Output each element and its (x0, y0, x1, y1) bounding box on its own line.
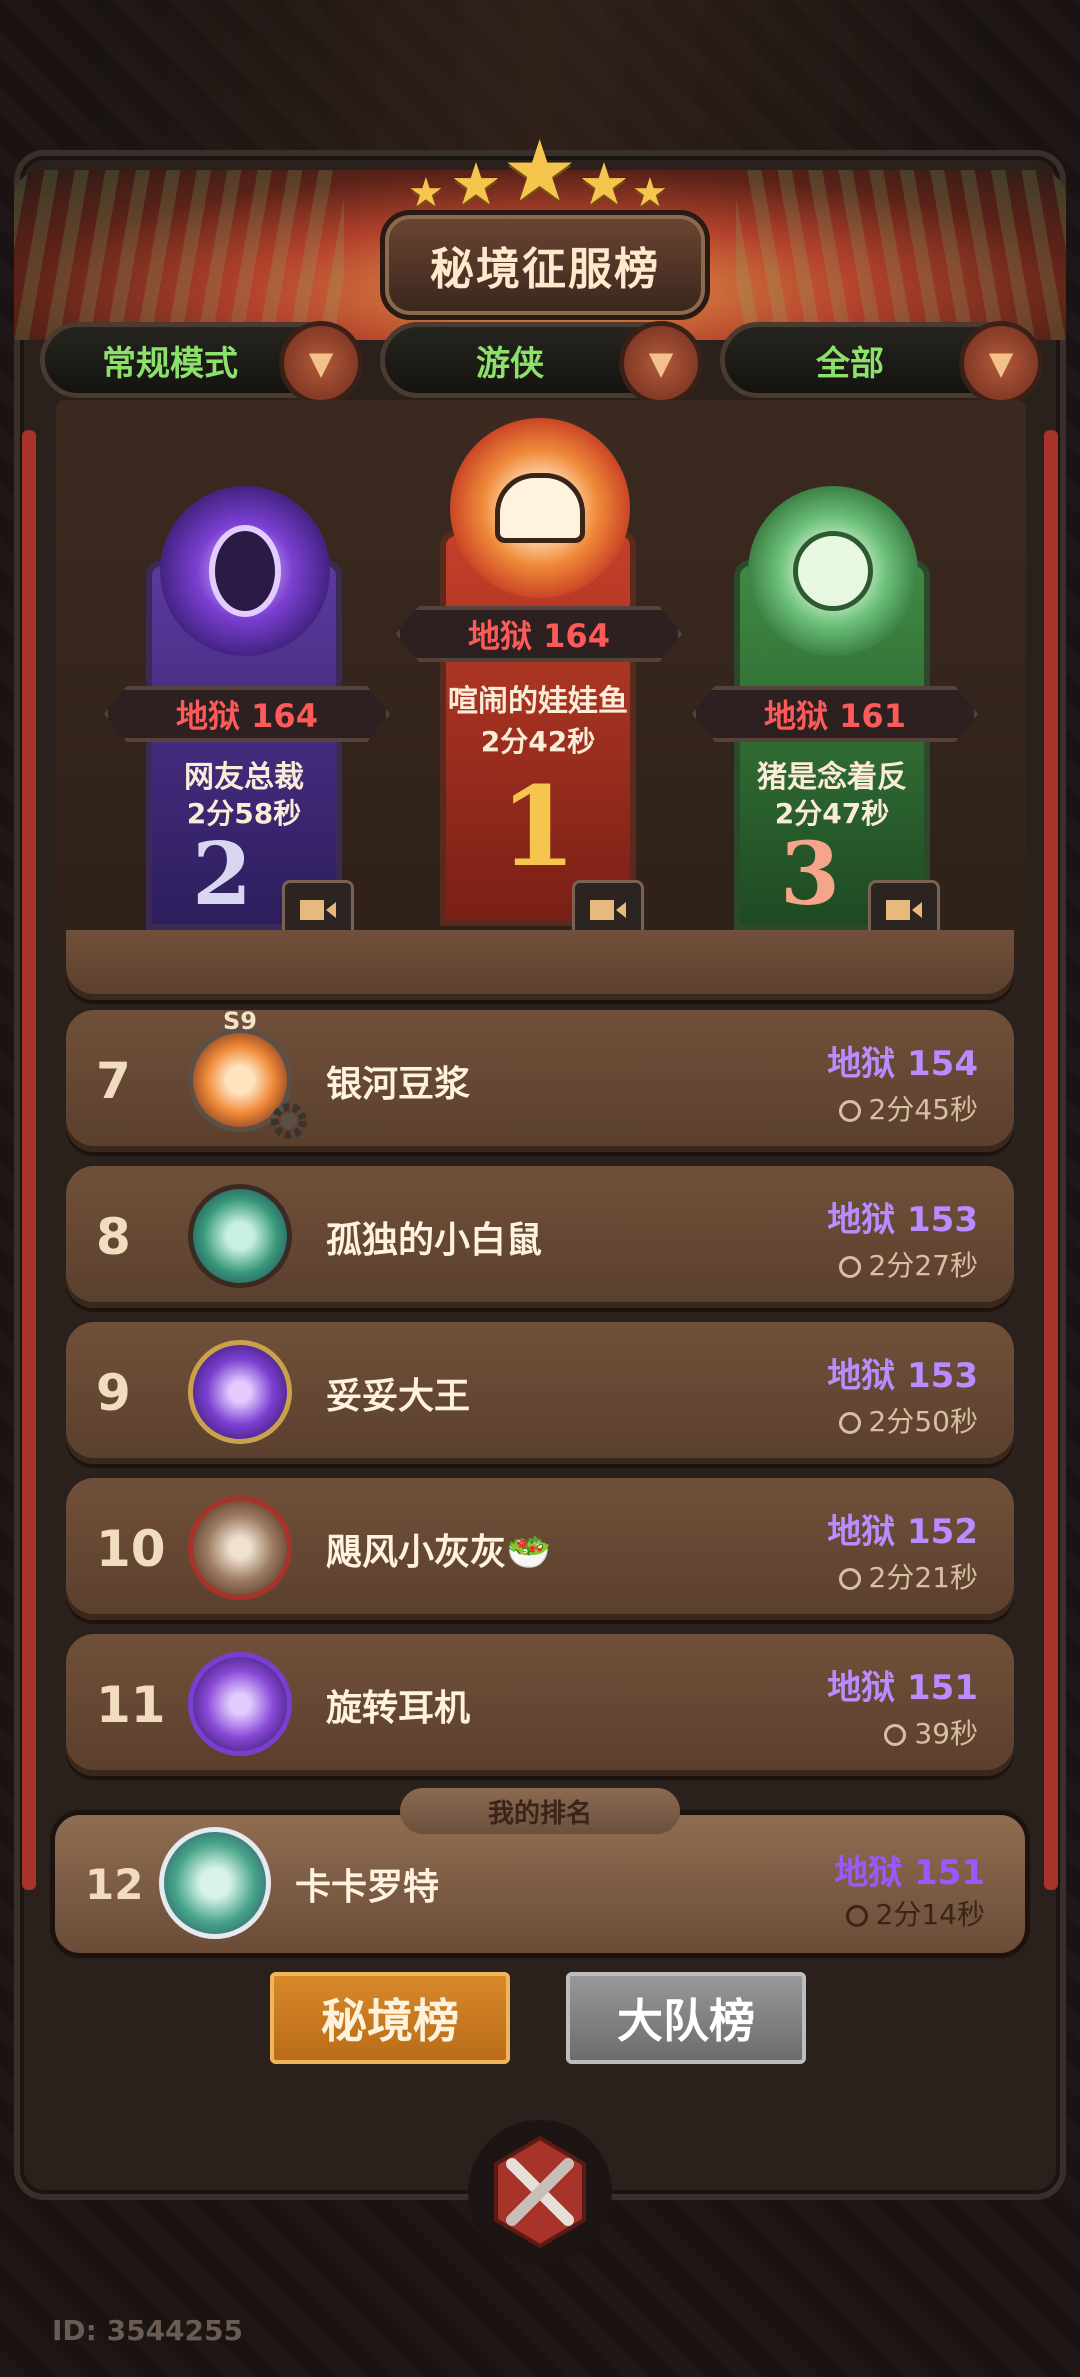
mode-filter-label: 常规模式 (102, 343, 238, 384)
rank-number: 10 (96, 1520, 166, 1578)
player-name: 网友总裁 (184, 760, 304, 795)
level-ribbon: 地狱 161 (692, 686, 978, 742)
chevron-down-icon[interactable]: ▼ (279, 321, 363, 405)
clock-icon (884, 1724, 907, 1746)
avatar (188, 1496, 292, 1600)
avatar (748, 486, 918, 656)
time-value: 2分45秒 (868, 1093, 978, 1126)
clock-icon (845, 1905, 868, 1927)
right-frame-bar (1044, 430, 1058, 1890)
player-name: 妥妥大王 (326, 1376, 471, 1417)
level-text: 地狱 154 (827, 1044, 978, 1084)
list-item[interactable]: 10 飓风小灰灰🥗 地狱 152 2分21秒 (66, 1478, 1014, 1620)
scope-filter-label: 全部 (816, 343, 884, 384)
tab-secret-realm[interactable]: 秘境榜 (270, 1972, 510, 2064)
level-text: 地狱 151 (834, 1853, 985, 1893)
chevron-down-icon[interactable]: ▼ (619, 321, 703, 405)
star-icon: ★ (450, 150, 502, 218)
time-value: 2分27秒 (868, 1249, 978, 1282)
level-ribbon: 地狱 164 (396, 606, 682, 662)
avatar (450, 418, 630, 598)
player-time: 2分42秒 (480, 725, 596, 758)
time-text: 2分21秒 (838, 1556, 978, 1596)
star-icon: ★ (578, 150, 630, 218)
close-icon (494, 2135, 586, 2249)
player-name: 孤独的小白鼠 (326, 1220, 543, 1261)
rank-number: 7 (96, 1052, 131, 1110)
video-icon (886, 900, 922, 920)
left-frame-bar (22, 430, 36, 1890)
time-value: 2分14秒 (875, 1898, 985, 1931)
class-filter-label: 游侠 (476, 343, 544, 384)
avatar (188, 1184, 292, 1288)
clock-icon (838, 1100, 861, 1122)
time-text: 2分50秒 (838, 1400, 978, 1440)
time-text: 39秒 (884, 1712, 978, 1752)
list-item[interactable]: 7 S9 银河豆浆 地狱 154 2分45秒 (66, 1007, 1014, 1152)
close-button[interactable] (468, 2120, 612, 2264)
tab-team[interactable]: 大队榜 (566, 1972, 806, 2064)
rank-number: 3 (780, 824, 840, 925)
scope-filter[interactable]: 全部 ▼ (720, 321, 1043, 405)
user-id: ID: 3544255 (52, 2314, 243, 2347)
avatar (188, 1340, 292, 1444)
avatar (159, 1827, 271, 1939)
gear-icon (271, 1103, 307, 1139)
list-item[interactable]: 11 旋转耳机 地狱 151 39秒 (66, 1634, 1014, 1776)
flower-icon (793, 531, 873, 611)
clock-icon (838, 1412, 861, 1434)
list-item[interactable]: 9 妥妥大王 地狱 153 2分50秒 (66, 1322, 1014, 1464)
rank-number: 12 (85, 1859, 144, 1909)
level-text: 地狱 152 (827, 1512, 978, 1552)
rating-stars: ★ ★ ★ ★ ★ (400, 122, 680, 220)
class-filter[interactable]: 游侠 ▼ (380, 321, 703, 405)
rank-number: 2 (192, 824, 252, 925)
player-name: 卡卡罗特 (295, 1867, 440, 1908)
level-text: 地狱 151 (827, 1668, 978, 1708)
podium-third[interactable]: 猪是念着反 2分47秒 3 (734, 486, 930, 930)
face-icon (495, 473, 585, 543)
time-text: 2分14秒 (845, 1893, 985, 1933)
player-name: 飓风小灰灰🥗 (326, 1532, 551, 1573)
podium-second[interactable]: 网友总裁 2分58秒 2 (146, 486, 342, 930)
eye-icon (209, 525, 281, 617)
clock-icon (838, 1256, 861, 1278)
mode-filter[interactable]: 常规模式 ▼ (40, 321, 363, 405)
player-name: 银河豆浆 (326, 1064, 471, 1105)
time-text: 2分45秒 (838, 1088, 978, 1128)
podium-first[interactable]: 喧闹的娃娃鱼 2分42秒 1 (440, 418, 636, 926)
player-name: 旋转耳机 (326, 1688, 471, 1729)
time-value: 2分21秒 (868, 1561, 978, 1594)
rank-number: 1 (499, 762, 577, 891)
level-text: 地狱 153 (827, 1356, 978, 1396)
video-icon (300, 900, 336, 920)
season-badge: S9 (223, 1007, 257, 1035)
rank-number: 9 (96, 1364, 131, 1422)
player-name: 猪是念着反 (757, 760, 907, 795)
time-value: 2分50秒 (868, 1405, 978, 1438)
my-rank-tag: 我的排名 (400, 1788, 680, 1834)
level-ribbon: 地狱 164 (104, 686, 390, 742)
avatar (188, 1652, 292, 1756)
clock-icon (838, 1568, 861, 1590)
star-icon: ★ (502, 122, 578, 220)
page-title: 秘境征服榜 (380, 210, 710, 320)
video-icon (590, 900, 626, 920)
level-text: 地狱 153 (827, 1200, 978, 1240)
avatar (160, 486, 330, 656)
avatar: S9 (188, 1007, 307, 1139)
list-item[interactable]: 8 孤独的小白鼠 地狱 153 2分27秒 (66, 1166, 1014, 1308)
player-name: 喧闹的娃娃鱼 (448, 684, 628, 719)
time-text: 2分27秒 (838, 1244, 978, 1284)
rank-number: 11 (96, 1676, 166, 1734)
rank-number: 8 (96, 1208, 131, 1266)
list-item-partial (66, 930, 1014, 1000)
time-value: 39秒 (914, 1717, 978, 1750)
chevron-down-icon[interactable]: ▼ (959, 321, 1043, 405)
